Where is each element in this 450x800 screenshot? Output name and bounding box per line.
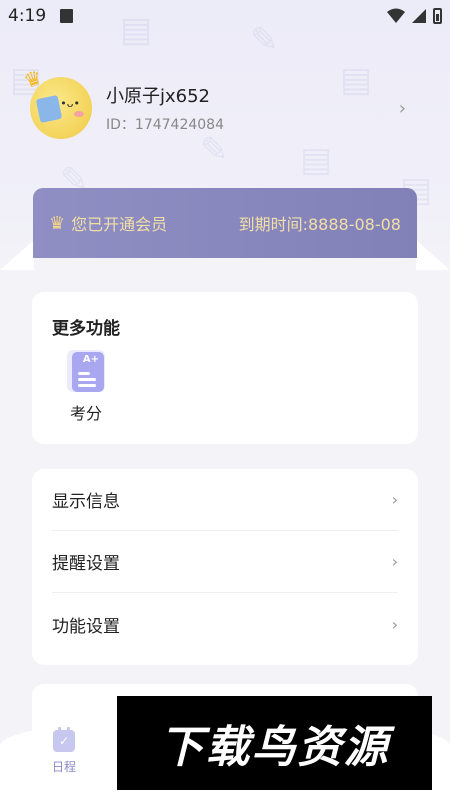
settings-item-function[interactable]: 功能设置 › — [52, 593, 398, 655]
decor-pattern-icon: ▤ — [300, 140, 333, 180]
profile-row[interactable]: ♛ •ᴗ• 小原子jx652 ID：1747424084 › — [20, 65, 420, 146]
book-icon — [35, 94, 63, 124]
chevron-right-icon: › — [391, 614, 398, 634]
chevron-right-icon[interactable]: › — [399, 98, 406, 119]
exam-score-icon: A+ — [67, 350, 105, 392]
settings-item-label: 显示信息 — [52, 492, 120, 512]
settings-item-label: 提醒设置 — [52, 554, 120, 574]
avatar-cheek — [74, 111, 84, 117]
vip-banner[interactable]: ♛ 您已开通会员 到期时间:8888-08-08 — [33, 188, 417, 258]
watermark-banner: 下载鸟资源 — [117, 696, 432, 790]
tab-label: 日程 — [51, 760, 76, 774]
signal-icon — [412, 9, 426, 23]
avatar[interactable]: ♛ •ᴗ• — [20, 65, 92, 139]
tab-schedule[interactable]: ✓ 日程 — [44, 727, 84, 775]
profile-info: 小原子jx652 ID：1747424084 — [106, 82, 399, 134]
settings-item-reminder[interactable]: 提醒设置 › — [52, 531, 398, 593]
feature-label: 考分 — [69, 404, 102, 423]
wifi-icon — [387, 8, 405, 23]
settings-item-display-info[interactable]: 显示信息 › — [52, 469, 398, 531]
calendar-icon: ✓ — [53, 727, 75, 752]
username: 小原子jx652 — [106, 86, 211, 107]
settings-item-label: 功能设置 — [52, 616, 120, 637]
user-id: ID：1747424084 — [106, 117, 224, 133]
feature-exam-score[interactable]: A+ 考分 — [66, 350, 106, 424]
avatar-face: •ᴗ• — [60, 97, 80, 110]
notification-icon — [60, 9, 74, 23]
more-functions-card: 更多功能 A+ 考分 — [32, 292, 418, 444]
more-functions-title: 更多功能 — [52, 319, 120, 339]
chevron-right-icon: › — [391, 552, 398, 571]
settings-card: 显示信息 › 提醒设置 › 功能设置 › — [32, 469, 418, 665]
status-time: 4:19 — [8, 6, 47, 26]
watermark-text: 下载鸟资源 — [159, 722, 390, 773]
vip-expire-date: 到期时间:8888-08-08 — [238, 215, 401, 234]
vip-status: 您已开通会员 — [71, 215, 168, 234]
vip-crown-icon: ♛ — [49, 212, 66, 234]
status-bar: 4:19 — [0, 0, 450, 32]
chevron-right-icon: › — [391, 490, 398, 509]
battery-icon — [433, 8, 442, 24]
